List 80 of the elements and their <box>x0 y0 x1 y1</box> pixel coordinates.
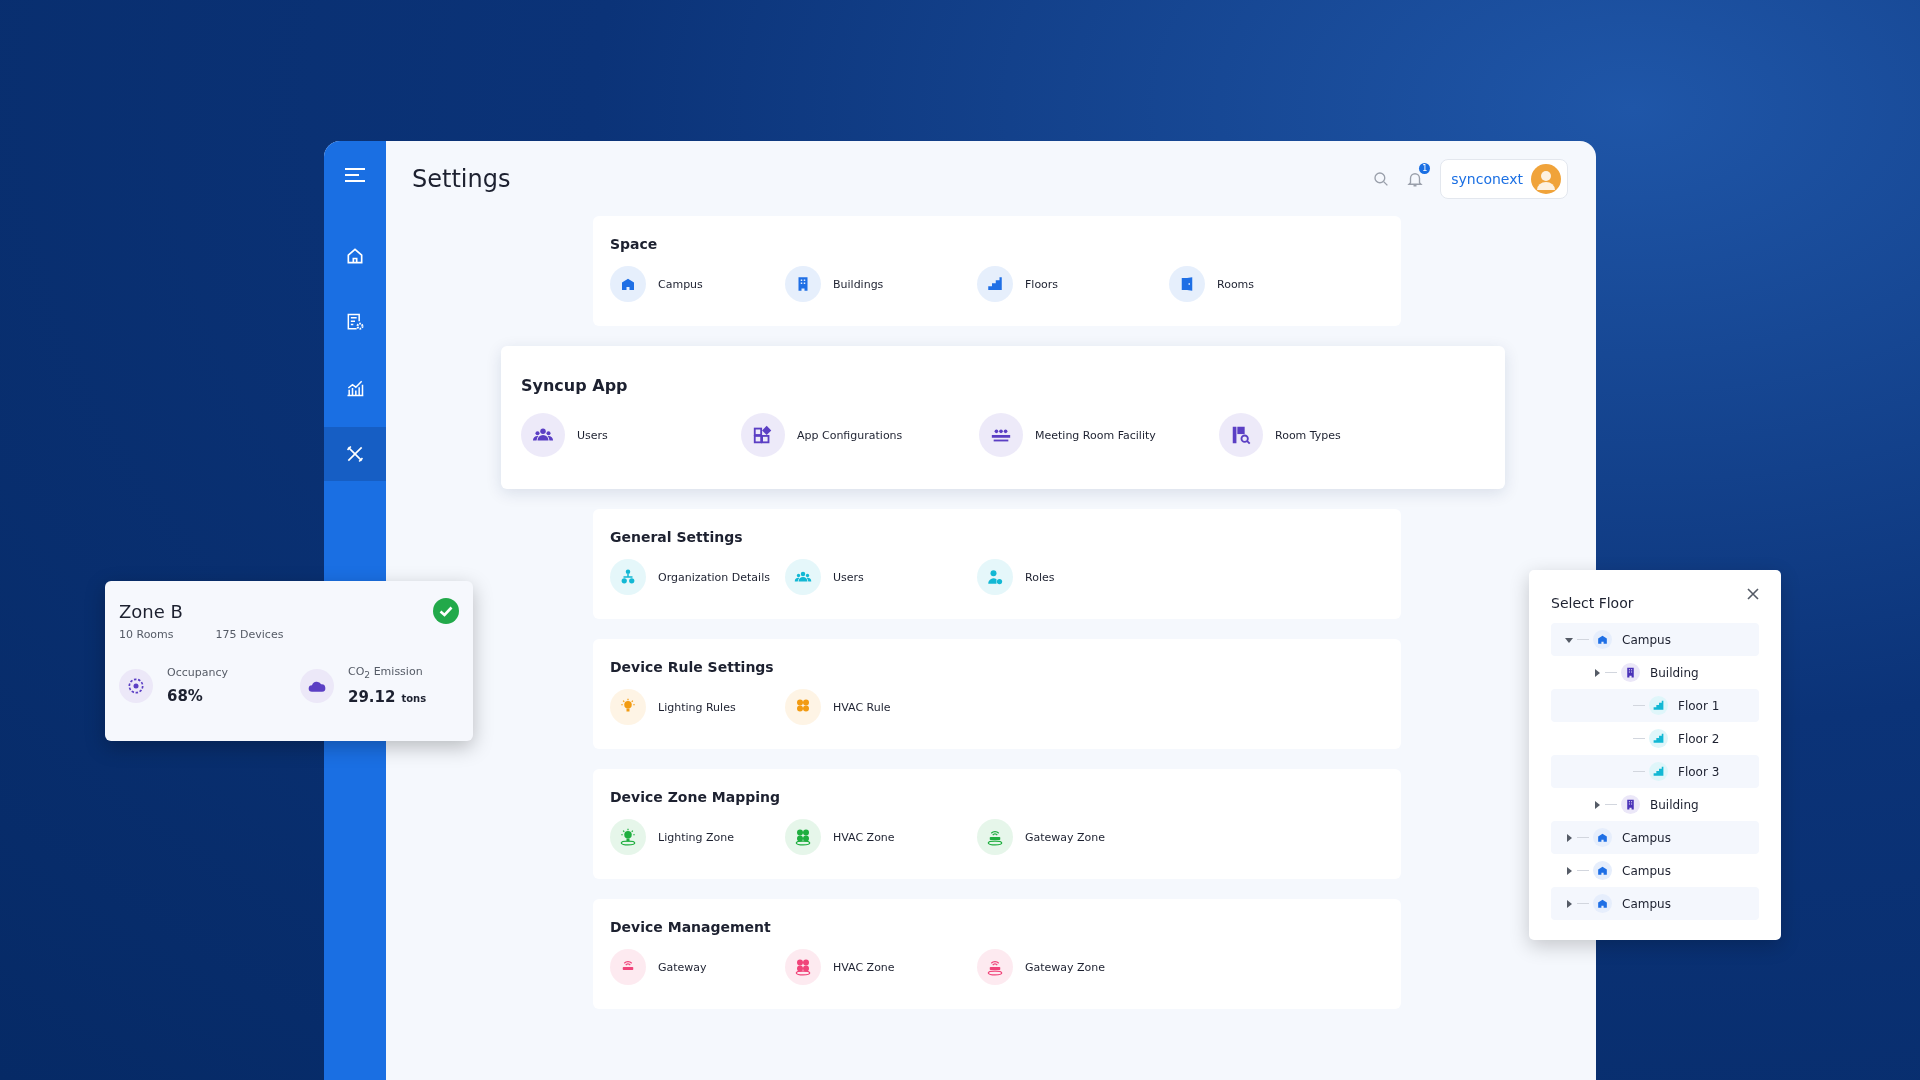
close-icon[interactable] <box>1747 588 1759 600</box>
floor-icon <box>1652 765 1665 778</box>
icon-badge[interactable] <box>979 413 1023 457</box>
icon-badge[interactable] <box>977 266 1013 302</box>
settings-link[interactable]: Room Types <box>1275 428 1341 442</box>
card-title: Device Management <box>610 919 772 935</box>
caret-icon[interactable] <box>1565 833 1573 842</box>
campus-icon <box>1596 831 1609 844</box>
icon-badge[interactable] <box>741 413 785 457</box>
floor-icon <box>1652 732 1665 745</box>
floor-icon <box>1652 699 1665 712</box>
icon-badge[interactable] <box>785 266 821 302</box>
menu-icon[interactable] <box>345 168 365 182</box>
settings-link[interactable]: Gateway Zone <box>1025 830 1106 844</box>
tree-item[interactable]: Campus <box>1551 821 1759 854</box>
caret-icon[interactable] <box>1593 668 1601 677</box>
panel-title: Select Floor <box>1551 595 1634 611</box>
building-icon <box>1624 798 1637 811</box>
building-icon <box>1624 666 1637 679</box>
icon-badge[interactable] <box>1219 413 1263 457</box>
icon-badge[interactable] <box>977 949 1013 985</box>
notification-badge: 1 <box>1419 162 1431 174</box>
settings-link[interactable]: Users <box>833 570 864 584</box>
bar-chart-icon <box>345 378 365 398</box>
card-title: Syncup App <box>521 376 629 395</box>
settings-link[interactable]: Buildings <box>833 277 884 291</box>
tree-item[interactable]: Campus <box>1551 623 1759 656</box>
card-title: Device Rule Settings <box>610 659 775 675</box>
metric-value: 29.12 <box>348 688 396 707</box>
tree-item[interactable]: Building <box>1551 656 1759 689</box>
sidebar-item[interactable] <box>324 427 386 481</box>
settings-link[interactable]: Floors <box>1025 277 1059 291</box>
tree-item[interactable]: Building <box>1551 788 1759 821</box>
metric-label: Occupancy <box>167 666 228 680</box>
metric-value: 68% <box>167 687 203 706</box>
settings-link[interactable]: Lighting Rules <box>658 700 736 714</box>
metric-unit: tons <box>401 693 427 705</box>
settings-link[interactable]: Rooms <box>1217 277 1255 291</box>
settings-link[interactable]: Gateway <box>658 960 707 974</box>
document-gear-icon <box>345 312 365 332</box>
settings-link[interactable]: Campus <box>658 277 703 291</box>
campus-icon <box>1596 864 1609 877</box>
icon-badge[interactable] <box>785 949 821 985</box>
tools-icon <box>345 444 365 464</box>
tree-item[interactable]: Campus <box>1551 887 1759 920</box>
card-title: Device Zone Mapping <box>610 789 782 805</box>
tree-item[interactable]: Floor 3 <box>1551 755 1759 788</box>
settings-link[interactable]: Users <box>577 428 608 442</box>
zone-title: Zone B <box>119 600 183 622</box>
card-title: General Settings <box>610 529 744 545</box>
caret-icon[interactable] <box>1593 800 1601 809</box>
metric-label: CO$_{2}$ Emission <box>348 665 424 681</box>
settings-link[interactable]: Roles <box>1025 570 1055 584</box>
settings-link[interactable]: Organization Details <box>658 570 770 584</box>
user-menu[interactable]: synconext <box>1440 158 1568 199</box>
caret-icon[interactable] <box>1565 635 1573 644</box>
tree-item[interactable]: Campus <box>1551 854 1759 887</box>
home-icon <box>345 246 365 266</box>
settings-link[interactable]: HVAC Zone <box>833 960 895 974</box>
caret-icon[interactable] <box>1565 899 1573 908</box>
card-title: Space <box>610 236 659 252</box>
campus-icon <box>1596 633 1609 646</box>
caret-icon[interactable] <box>1565 866 1573 875</box>
tree-item[interactable]: Floor 1 <box>1551 689 1759 722</box>
icon-badge[interactable] <box>521 413 565 457</box>
settings-link[interactable]: Gateway Zone <box>1025 960 1106 974</box>
settings-link[interactable]: App Configurations <box>797 428 903 442</box>
settings-link[interactable]: Meeting Room Facility <box>1035 428 1156 442</box>
settings-link[interactable]: HVAC Zone <box>833 830 895 844</box>
icon-badge[interactable] <box>610 266 646 302</box>
settings-link[interactable]: Lighting Zone <box>658 830 734 844</box>
avatar <box>1531 163 1561 194</box>
devices-count: 175 Devices <box>215 628 284 641</box>
icon-badge[interactable] <box>1169 266 1205 302</box>
tree-item[interactable]: Floor 2 <box>1551 722 1759 755</box>
campus-icon <box>1596 897 1609 910</box>
icon-badge[interactable] <box>610 949 646 985</box>
rooms-count: 10 Rooms <box>119 628 174 641</box>
page-title: Settings <box>412 164 511 193</box>
settings-link[interactable]: HVAC Rule <box>833 700 891 714</box>
